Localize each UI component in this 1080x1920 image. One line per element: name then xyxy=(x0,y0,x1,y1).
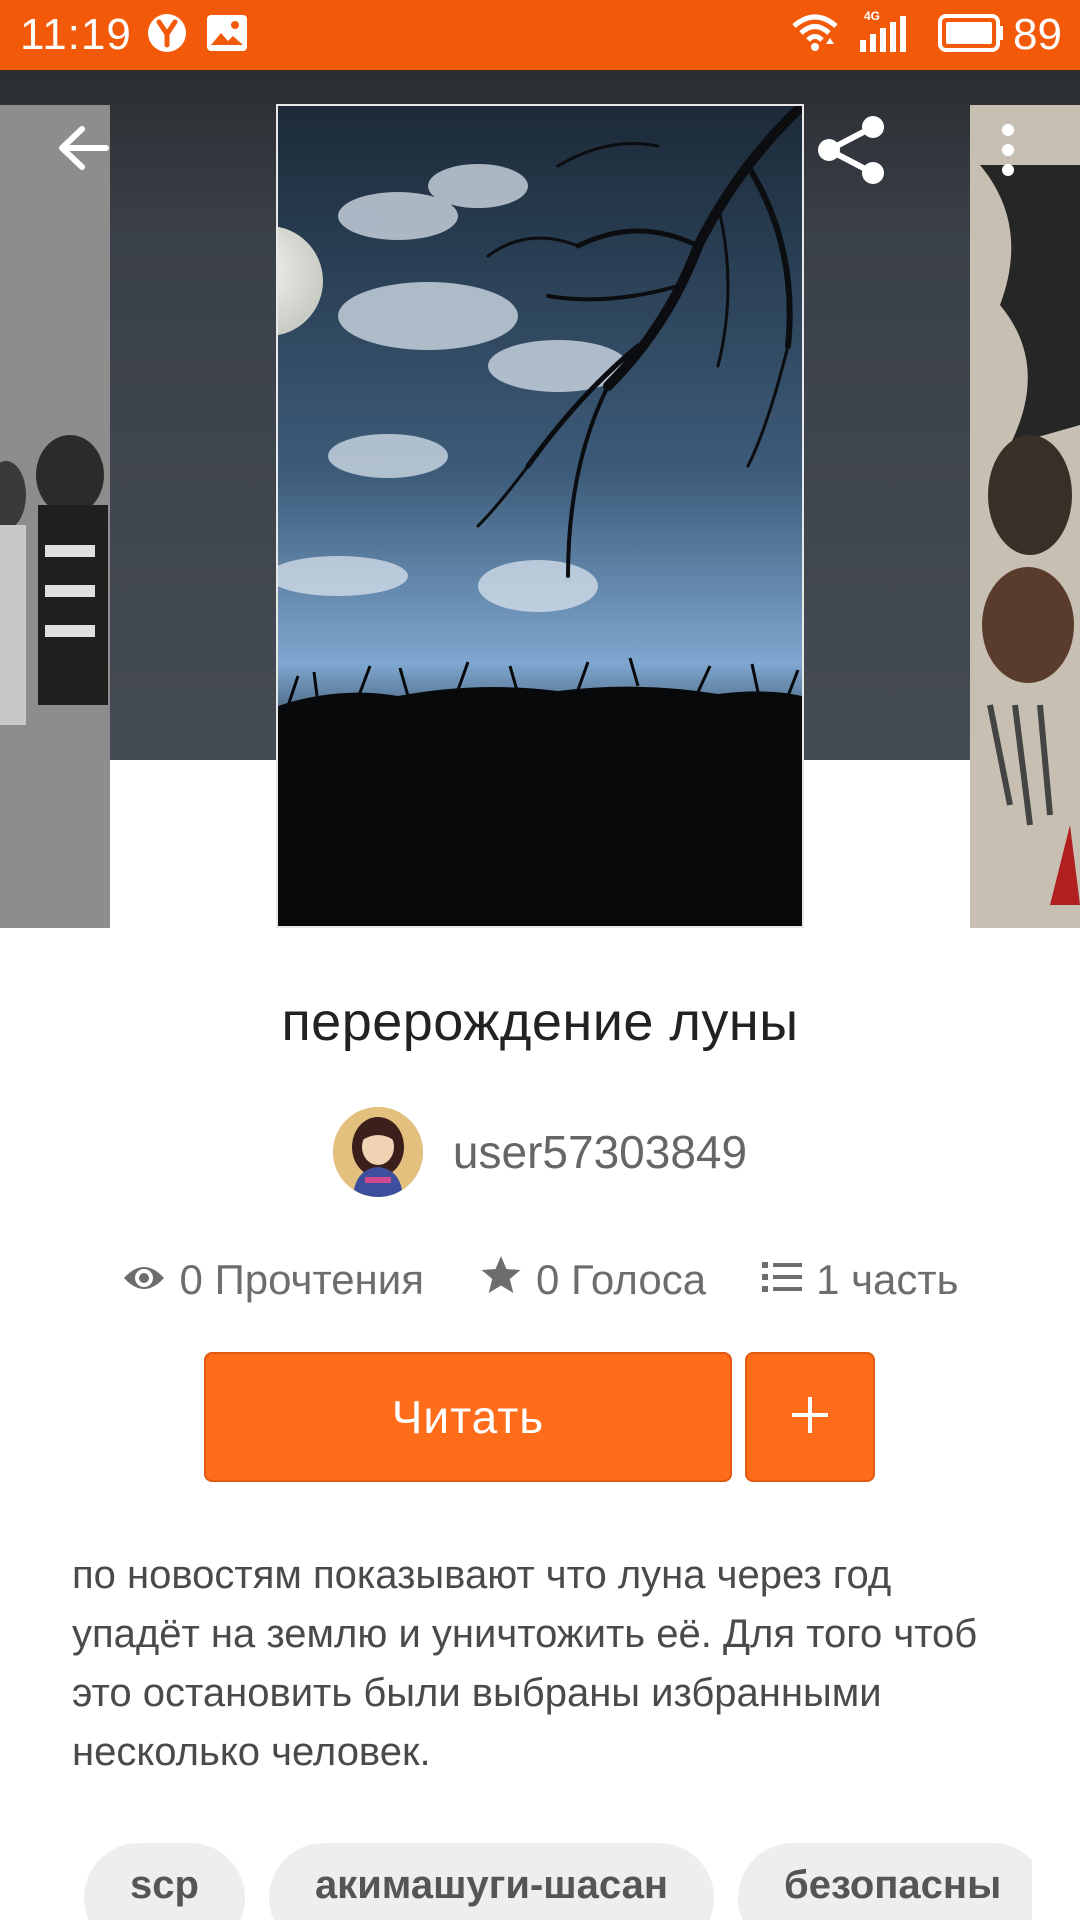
previous-story-cover[interactable] xyxy=(0,105,110,928)
share-button[interactable] xyxy=(810,110,894,194)
plus-icon xyxy=(790,1395,830,1440)
back-button[interactable] xyxy=(42,108,126,192)
tag-chip[interactable]: безопасны xyxy=(737,1843,1032,1920)
votes-stat: 0 Голоса xyxy=(480,1255,706,1305)
tag-chip[interactable]: акимашуги-шасан xyxy=(268,1843,714,1920)
status-bar: 11:19 4G 89 xyxy=(0,0,1080,70)
parts-stat[interactable]: 1 часть xyxy=(762,1256,958,1304)
eye-icon xyxy=(122,1256,166,1304)
read-button[interactable]: Читать xyxy=(204,1352,732,1482)
more-options-button[interactable] xyxy=(966,110,1050,194)
author-avatar[interactable] xyxy=(332,1107,423,1197)
tags-row: scp акимашуги-шасан безопасны xyxy=(84,1843,1032,1920)
wifi-icon xyxy=(790,10,840,59)
story-description: по новостям показывают что луна через го… xyxy=(72,1553,978,1774)
star-icon xyxy=(480,1255,522,1305)
story-title: перерождение луны xyxy=(281,992,799,1052)
story-stats: 0 Прочтения 0 Голоса 1 часть xyxy=(0,1250,1080,1310)
cover-carousel[interactable] xyxy=(0,70,1080,928)
reads-stat: 0 Прочтения xyxy=(122,1256,424,1304)
parts-count: 1 часть xyxy=(816,1256,959,1303)
share-icon xyxy=(815,113,889,192)
reads-count: 0 Прочтения xyxy=(179,1256,424,1303)
cellular-signal-icon: 4G xyxy=(858,8,914,59)
more-vertical-icon xyxy=(998,123,1018,182)
battery-icon xyxy=(938,14,1004,57)
list-icon xyxy=(762,1256,803,1304)
story-cover-image[interactable] xyxy=(276,104,804,928)
status-time: 11:19 xyxy=(20,10,132,59)
arrow-left-icon xyxy=(56,123,112,178)
author-name[interactable]: user57303849 xyxy=(453,1125,747,1179)
next-story-cover[interactable] xyxy=(970,105,1080,928)
tag-chip[interactable]: scp xyxy=(84,1843,245,1920)
votes-count: 0 Голоса xyxy=(535,1256,707,1303)
network-type: 4G xyxy=(864,9,880,23)
author-row[interactable]: user57303849 xyxy=(0,1102,1080,1202)
yandex-browser-icon xyxy=(146,12,188,59)
add-to-library-button[interactable] xyxy=(745,1352,875,1482)
battery-percentage: 89 xyxy=(1013,10,1062,59)
gallery-notification-icon xyxy=(206,14,248,57)
